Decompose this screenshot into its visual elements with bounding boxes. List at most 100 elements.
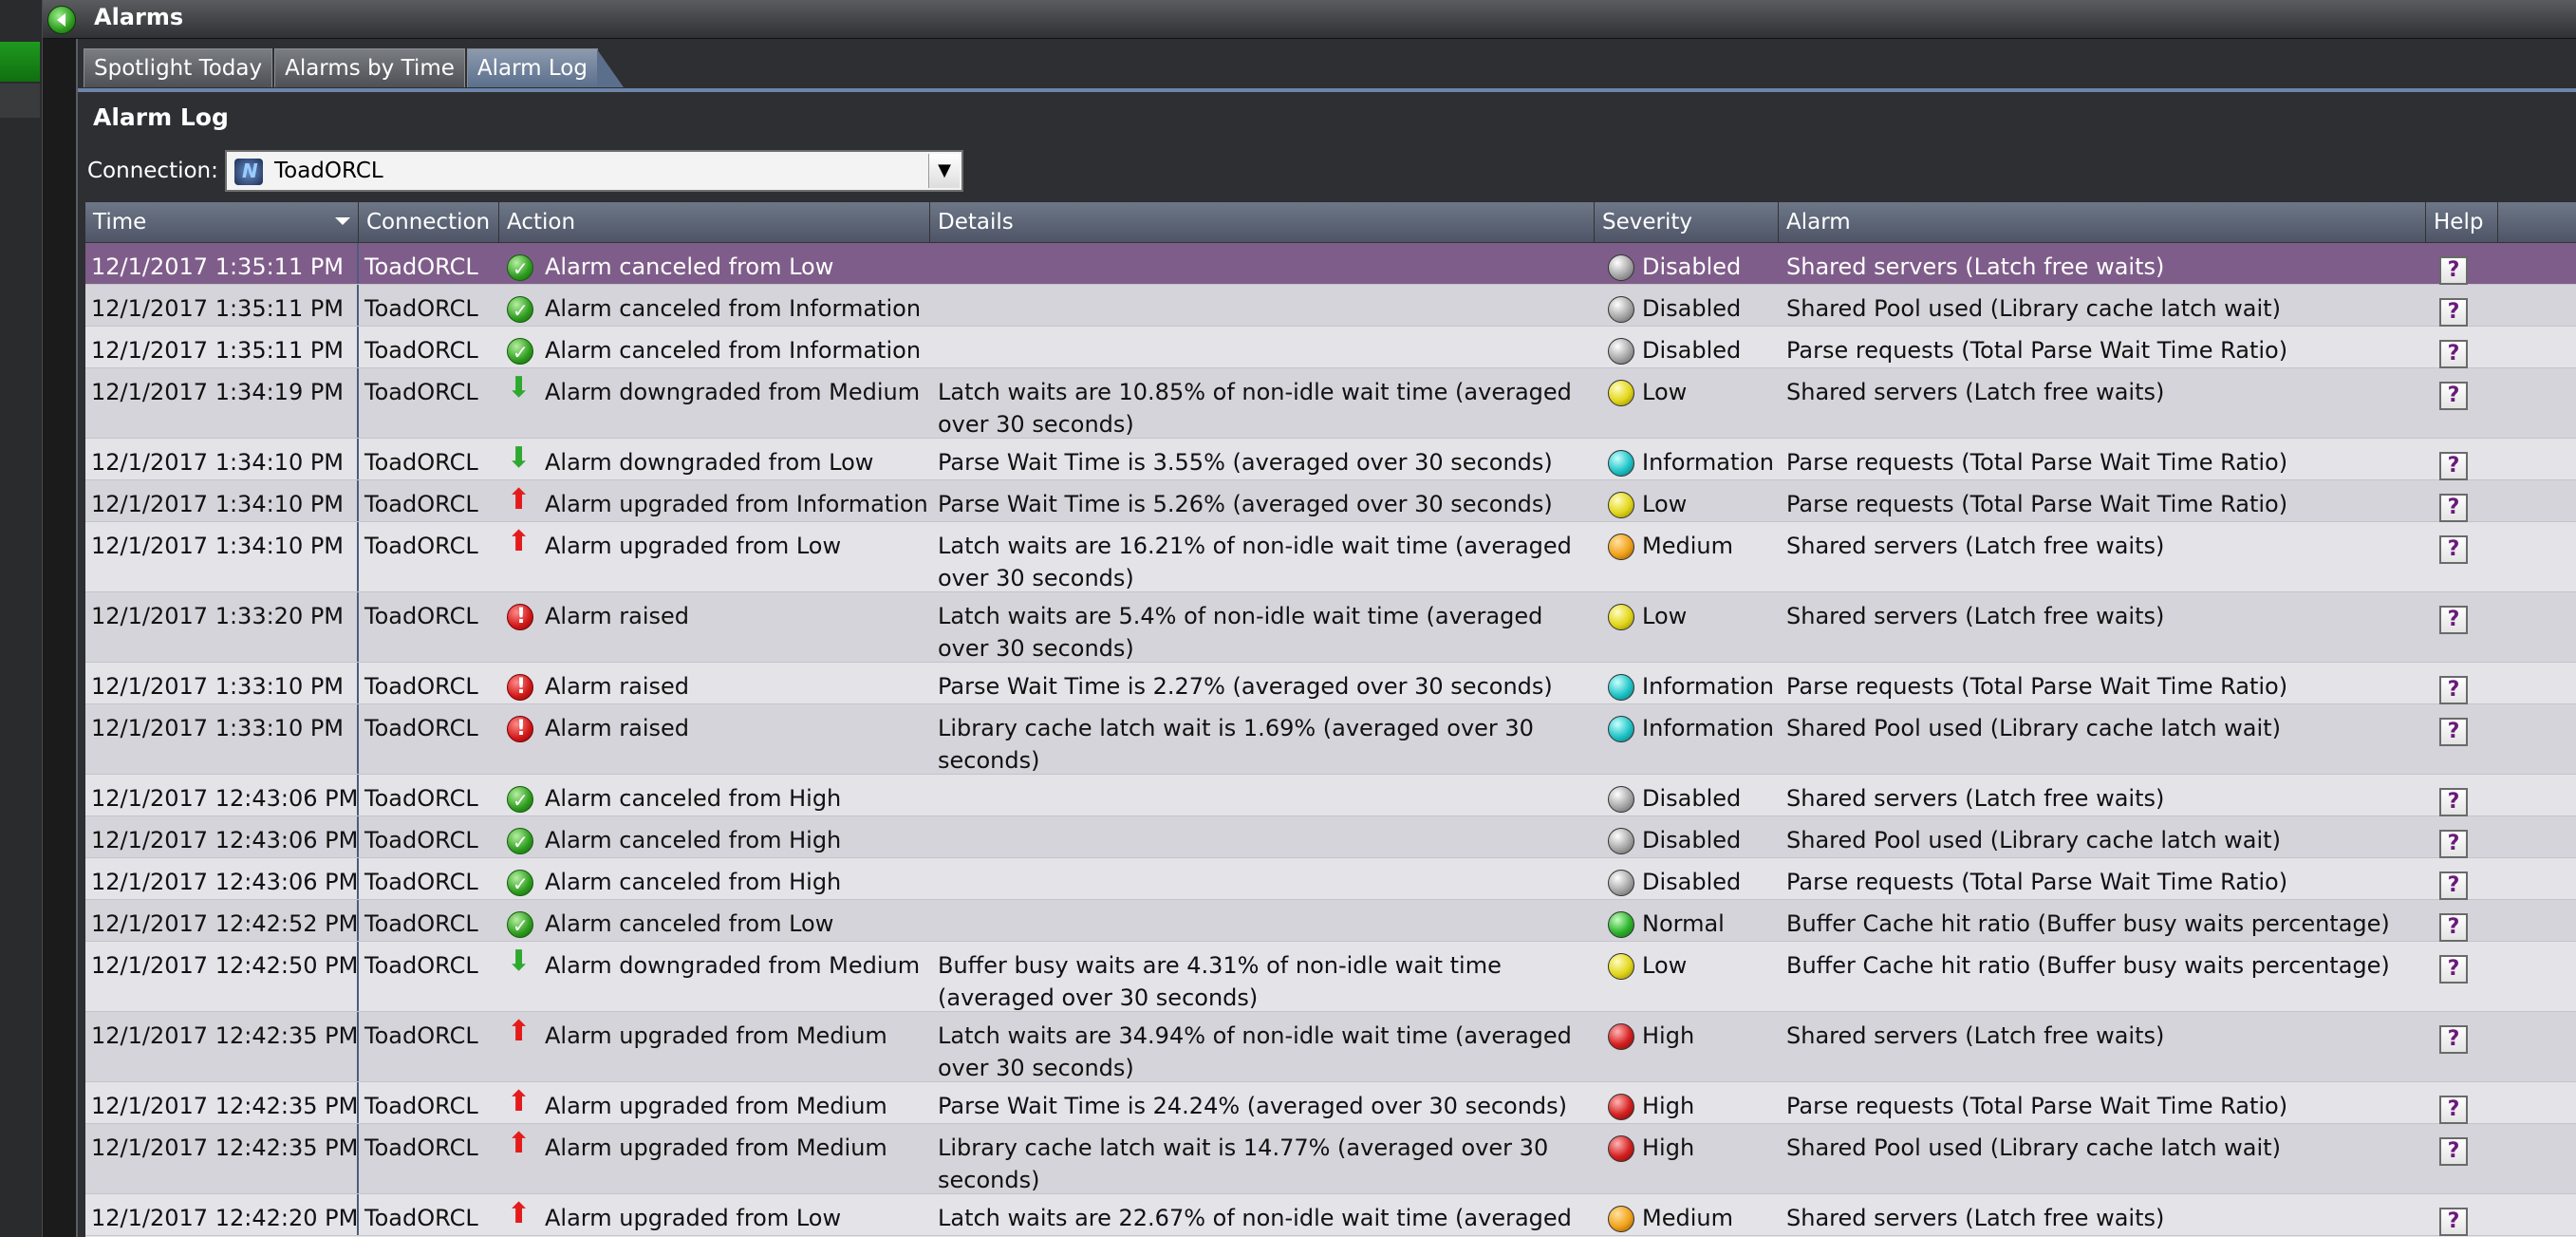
row-action: Alarm canceled from Information xyxy=(545,337,922,364)
table-row[interactable]: 12/1/2017 1:34:19 PM ToadORCL Alarm downgr… xyxy=(85,368,2576,439)
medium-icon xyxy=(1608,534,1634,560)
table-row[interactable]: 12/1/2017 12:43:06 PMToadORCL Alarm cance… xyxy=(85,816,2576,858)
help-button[interactable]: ? xyxy=(2439,340,2468,368)
window-title: Alarms xyxy=(94,4,184,30)
row-severity: Disabled xyxy=(1642,785,1742,812)
column-divider xyxy=(357,663,359,703)
column-header-connection[interactable]: Connection xyxy=(359,202,499,242)
table-row[interactable]: 12/1/2017 1:33:20 PM ToadORCL Alarm raised… xyxy=(85,592,2576,663)
help-button[interactable]: ? xyxy=(2439,535,2468,564)
help-button[interactable]: ? xyxy=(2439,788,2468,816)
column-divider xyxy=(357,327,359,367)
help-button[interactable]: ? xyxy=(2439,1025,2468,1054)
column-header-time[interactable]: Time xyxy=(85,202,359,242)
chevron-down-icon[interactable]: ▼ xyxy=(928,154,960,188)
row-severity: Medium xyxy=(1642,1205,1733,1231)
row-action: Alarm downgraded from Medium xyxy=(545,379,921,405)
table-row[interactable]: 12/1/2017 1:34:10 PM ToadORCL Alarm upgrad… xyxy=(85,522,2576,592)
table-row[interactable]: 12/1/2017 1:33:10 PM ToadORCL Alarm raised… xyxy=(85,704,2576,775)
table-row[interactable]: 12/1/2017 12:43:06 PMToadORCL Alarm cance… xyxy=(85,775,2576,816)
table-row[interactable]: 12/1/2017 12:43:06 PMToadORCL Alarm cance… xyxy=(85,858,2576,900)
table-row[interactable]: 12/1/2017 12:42:50 PMToadORCL Alarm downg… xyxy=(85,942,2576,1012)
help-button[interactable]: ? xyxy=(2439,913,2468,942)
row-details: Parse Wait Time is 5.26% (averaged over … xyxy=(938,491,1553,517)
low-icon xyxy=(1608,604,1634,630)
column-divider xyxy=(357,439,359,479)
table-row[interactable]: 12/1/2017 12:42:20 PMToadORCL Alarm upgra… xyxy=(85,1194,2576,1236)
row-alarm: Shared servers (Latch free waits) xyxy=(1786,533,2165,559)
tab-spotlight-today[interactable]: Spotlight Today xyxy=(84,48,273,87)
column-header-severity[interactable]: Severity xyxy=(1595,202,1779,242)
column-header-filler xyxy=(2498,202,2576,242)
disabled-icon xyxy=(1608,254,1634,281)
help-button[interactable]: ? xyxy=(2439,382,2468,410)
table-row[interactable]: 12/1/2017 1:34:10 PM ToadORCL Alarm downgr… xyxy=(85,439,2576,480)
table-row[interactable]: 12/1/2017 1:34:10 PM ToadORCL Alarm upgrad… xyxy=(85,480,2576,522)
column-divider xyxy=(357,1012,359,1081)
help-button[interactable]: ? xyxy=(2439,298,2468,327)
row-action: Alarm upgraded from Information xyxy=(545,491,928,517)
row-alarm: Shared Pool used (Library cache latch wa… xyxy=(1786,715,2281,741)
column-divider xyxy=(357,900,359,941)
row-connection: ToadORCL xyxy=(364,337,478,364)
help-button[interactable]: ? xyxy=(2439,1096,2468,1124)
row-time: 12/1/2017 12:42:20 PM xyxy=(91,1205,359,1231)
green-status-block[interactable] xyxy=(0,42,40,82)
help-button[interactable]: ? xyxy=(2439,718,2468,746)
help-button[interactable]: ? xyxy=(2439,452,2468,480)
row-action: Alarm downgraded from Low xyxy=(545,449,874,476)
table-row[interactable]: 12/1/2017 1:35:11 PM ToadORCL Alarm cancel… xyxy=(85,285,2576,327)
connection-select[interactable]: ToadORCL ▼ xyxy=(225,150,963,192)
check-icon xyxy=(507,294,533,327)
tab-alarms-by-time[interactable]: Alarms by Time xyxy=(274,48,465,87)
help-button[interactable]: ? xyxy=(2439,830,2468,858)
row-connection: ToadORCL xyxy=(364,533,478,559)
row-action: Alarm canceled from Low xyxy=(545,253,834,280)
table-row[interactable]: 12/1/2017 1:35:11 PM ToadORCL Alarm cancel… xyxy=(85,327,2576,368)
row-alarm: Parse requests (Total Parse Wait Time Ra… xyxy=(1786,673,2288,700)
table-row[interactable]: 12/1/2017 12:42:52 PMToadORCL Alarm cance… xyxy=(85,900,2576,942)
help-button[interactable]: ? xyxy=(2439,606,2468,634)
row-connection: ToadORCL xyxy=(364,952,478,979)
row-severity: Normal xyxy=(1642,910,1725,937)
section-title: Alarm Log xyxy=(93,103,229,131)
row-details: Library cache latch wait is 14.77% (aver… xyxy=(938,1134,1549,1193)
column-header-help[interactable]: Help xyxy=(2426,202,2498,242)
row-connection: ToadORCL xyxy=(364,253,478,280)
arrow-down-icon xyxy=(507,442,532,475)
column-header-action[interactable]: Action xyxy=(499,202,930,242)
help-button[interactable]: ? xyxy=(2439,676,2468,704)
table-row[interactable]: 12/1/2017 12:42:35 PMToadORCL Alarm upgra… xyxy=(85,1124,2576,1194)
sort-desc-icon xyxy=(335,217,350,225)
left-side-strip xyxy=(0,0,43,1237)
help-button[interactable]: ? xyxy=(2439,955,2468,984)
side-block[interactable] xyxy=(0,84,40,118)
help-button[interactable]: ? xyxy=(2439,872,2468,900)
row-action: Alarm upgraded from Low xyxy=(545,1205,842,1231)
table-row[interactable]: 12/1/2017 1:33:10 PM ToadORCL Alarm raised… xyxy=(85,663,2576,704)
back-arrow-icon[interactable] xyxy=(47,6,76,34)
column-divider xyxy=(357,816,359,857)
table-row[interactable]: 12/1/2017 1:35:11 PM ToadORCL Alarm cancel… xyxy=(85,243,2576,285)
low-icon xyxy=(1608,953,1634,980)
help-button[interactable]: ? xyxy=(2439,1208,2468,1236)
row-action: Alarm upgraded from Medium xyxy=(545,1134,887,1161)
help-button[interactable]: ? xyxy=(2439,494,2468,522)
help-button[interactable]: ? xyxy=(2439,1137,2468,1166)
row-time: 12/1/2017 1:35:11 PM xyxy=(91,337,345,364)
table-row[interactable]: 12/1/2017 12:42:35 PMToadORCL Alarm upgra… xyxy=(85,1012,2576,1082)
row-alarm: Shared Pool used (Library cache latch wa… xyxy=(1786,827,2281,853)
column-divider xyxy=(357,942,359,1011)
column-header-alarm[interactable]: Alarm xyxy=(1779,202,2426,242)
tab-alarm-log[interactable]: Alarm Log xyxy=(466,48,625,87)
help-button[interactable]: ? xyxy=(2439,256,2468,285)
column-divider xyxy=(357,704,359,774)
connection-label: Connection: xyxy=(87,159,218,183)
table-row[interactable]: 12/1/2017 12:42:35 PMToadORCL Alarm upgra… xyxy=(85,1082,2576,1124)
disabled-icon xyxy=(1608,786,1634,813)
row-alarm: Shared servers (Latch free waits) xyxy=(1786,603,2165,629)
column-header-details[interactable]: Details xyxy=(930,202,1595,242)
row-time: 12/1/2017 1:33:20 PM xyxy=(91,603,345,629)
row-action: Alarm raised xyxy=(545,715,689,741)
medium-icon xyxy=(1608,1206,1634,1232)
